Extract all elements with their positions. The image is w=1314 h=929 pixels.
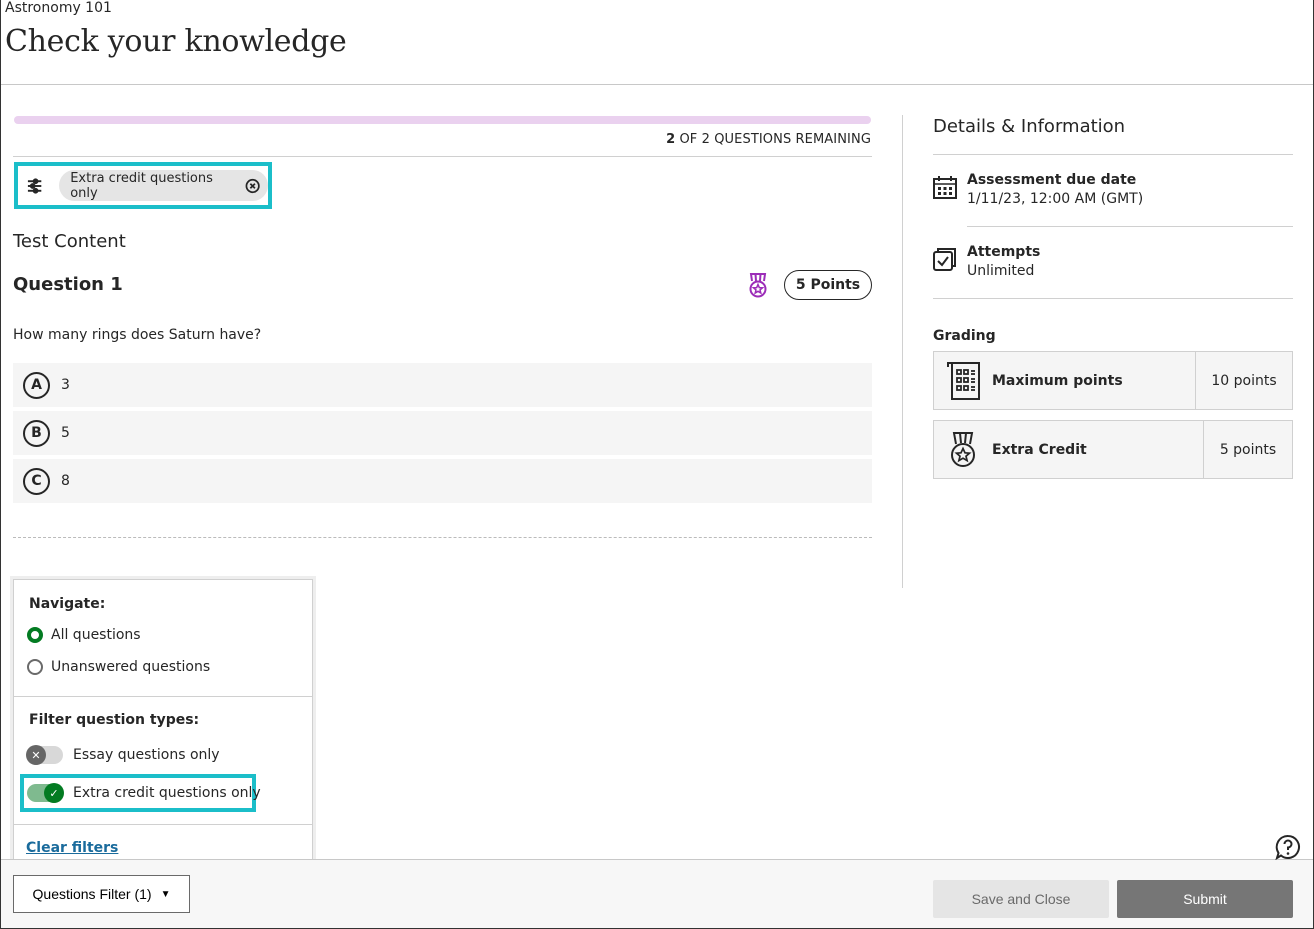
- answer-list: A 3 B 5 C 8: [13, 363, 872, 507]
- page-title: Check your knowledge: [5, 24, 347, 59]
- header-divider: [1, 84, 1313, 85]
- question-text: How many rings does Saturn have?: [13, 327, 262, 343]
- question-points-badge: 5 Points: [784, 270, 872, 300]
- column-divider: [902, 115, 903, 588]
- question-divider: [13, 537, 872, 538]
- remaining-suffix: OF 2 QUESTIONS REMAINING: [675, 132, 871, 147]
- grade-item-name: Maximum points: [992, 372, 1123, 389]
- attempts-check-icon: [933, 248, 956, 271]
- extra-credit-card: Extra Credit 5 points: [933, 420, 1293, 479]
- radio-button[interactable]: [27, 659, 43, 675]
- submit-button[interactable]: Submit: [1117, 880, 1293, 918]
- extra-credit-medal-icon: [749, 273, 767, 298]
- details-title: Details & Information: [933, 116, 1126, 137]
- help-chat-icon[interactable]: [1275, 834, 1301, 860]
- radio-label: All questions: [51, 627, 141, 643]
- maximum-points-card: Maximum points 10 points: [933, 351, 1293, 410]
- due-date-value: 1/11/23, 12:00 AM (GMT): [967, 191, 1144, 207]
- attempts-label: Attempts: [967, 244, 1041, 260]
- remaining-count: 2: [666, 132, 676, 147]
- radio-button-selected[interactable]: [27, 627, 43, 643]
- questions-filter-button[interactable]: Questions Filter (1) ▼: [13, 875, 190, 913]
- remove-filter-icon[interactable]: [245, 178, 260, 194]
- course-name: Astronomy 101: [5, 0, 112, 16]
- filter-chip-label: Extra credit questions only: [70, 170, 213, 201]
- calendar-icon: [933, 176, 957, 199]
- points-sheet-icon: [947, 361, 980, 400]
- filter-sliders-icon[interactable]: [26, 177, 43, 195]
- medal-icon: [951, 431, 975, 467]
- answer-option-a[interactable]: A 3: [13, 363, 872, 407]
- grading-heading: Grading: [933, 328, 996, 344]
- toggle-essay-only[interactable]: ✕ Essay questions only: [26, 745, 220, 765]
- divider: [13, 156, 872, 157]
- answer-text: 5: [61, 425, 70, 441]
- toggle-switch-on[interactable]: ✓: [27, 783, 64, 803]
- answer-text: 8: [61, 473, 70, 489]
- grade-item-value: 5 points: [1203, 421, 1292, 478]
- divider: [933, 298, 1293, 299]
- questions-filter-label: Questions Filter (1): [32, 886, 152, 902]
- divider: [14, 696, 312, 697]
- toggle-switch-off[interactable]: ✕: [26, 745, 63, 765]
- progress-bar: [14, 116, 871, 124]
- question-title: Question 1: [13, 274, 123, 295]
- questions-remaining: 2 OF 2 QUESTIONS REMAINING: [666, 132, 871, 147]
- answer-option-b[interactable]: B 5: [13, 411, 872, 455]
- grade-item-name: Extra Credit: [992, 441, 1087, 458]
- filter-types-heading: Filter question types:: [29, 712, 200, 728]
- navigate-heading: Navigate:: [29, 596, 106, 612]
- toggle-label: Essay questions only: [73, 747, 220, 763]
- radio-all-questions[interactable]: All questions: [27, 627, 141, 643]
- attempts-row: Attempts Unlimited: [933, 244, 1040, 279]
- caret-down-icon: ▼: [160, 888, 171, 900]
- section-label: Test Content: [13, 231, 126, 252]
- toggle-label: Extra credit questions only: [73, 785, 261, 801]
- radio-label: Unanswered questions: [51, 659, 211, 675]
- filter-chip: Extra credit questions only: [59, 170, 268, 201]
- due-date-label: Assessment due date: [967, 172, 1137, 188]
- divider: [967, 226, 1293, 227]
- answer-option-c[interactable]: C 8: [13, 459, 872, 503]
- active-filters-bar: Extra credit questions only: [14, 162, 272, 209]
- due-date-row: Assessment due date 1/11/23, 12:00 AM (G…: [933, 172, 1143, 207]
- answer-letter: C: [23, 467, 50, 495]
- divider: [14, 824, 312, 825]
- check-icon: ✓: [44, 783, 64, 803]
- grade-item-value: 10 points: [1195, 352, 1292, 409]
- radio-unanswered-questions[interactable]: Unanswered questions: [27, 659, 210, 675]
- x-icon: ✕: [26, 745, 46, 765]
- answer-letter: B: [23, 419, 50, 447]
- clear-filters-link[interactable]: Clear filters: [26, 840, 118, 856]
- divider: [933, 154, 1293, 155]
- answer-text: 3: [61, 377, 70, 393]
- attempts-value: Unlimited: [967, 263, 1035, 279]
- save-and-close-button[interactable]: Save and Close: [933, 880, 1109, 918]
- questions-filter-panel: Navigate: All questions Unanswered quest…: [13, 579, 313, 874]
- toggle-extra-credit-only[interactable]: ✓ Extra credit questions only: [27, 783, 261, 803]
- answer-letter: A: [23, 371, 50, 399]
